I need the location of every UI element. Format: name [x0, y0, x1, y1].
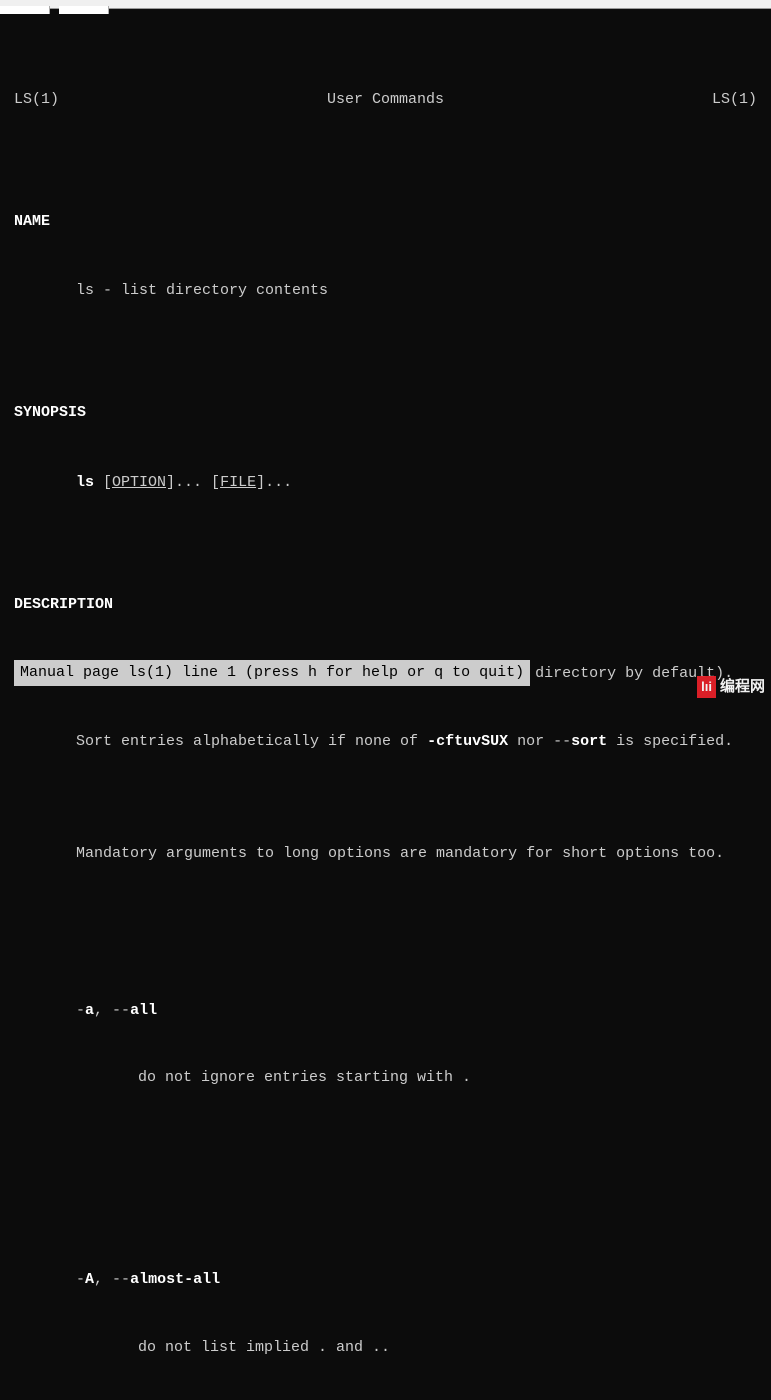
watermark-text: 编程网: [720, 676, 765, 699]
opt-A-desc: do not list implied . and ..: [14, 1337, 757, 1360]
synopsis-option: OPTION: [112, 474, 166, 491]
section-description-head: DESCRIPTION: [14, 594, 757, 617]
man-header-center: User Commands: [327, 89, 444, 112]
man-header-right: LS(1): [712, 89, 757, 112]
tab[interactable]: [0, 6, 50, 14]
synopsis-cmd: ls: [76, 474, 94, 491]
synopsis-file: FILE: [220, 474, 256, 491]
opt-a-desc: do not ignore entries starting with .: [14, 1067, 757, 1090]
watermark: lıi 编程网: [697, 676, 765, 699]
opt-A-flags: -A, --almost-all: [14, 1269, 757, 1292]
section-name-head: NAME: [14, 211, 757, 234]
tab[interactable]: [59, 6, 109, 14]
window-tab-bar: [0, 0, 771, 9]
man-header-left: LS(1): [14, 89, 59, 112]
section-name-body: ls - list directory contents: [14, 280, 757, 303]
desc-p1b: Sort entries alphabetically if none of -…: [14, 731, 757, 754]
man-status-bar: Manual page ls(1) line 1 (press h for he…: [14, 660, 530, 687]
section-synopsis-body: ls [OPTION]... [FILE]...: [14, 472, 757, 495]
section-synopsis-head: SYNOPSIS: [14, 402, 757, 425]
man-header: LS(1) User Commands LS(1): [14, 89, 757, 112]
desc-p2: Mandatory arguments to long options are …: [14, 843, 757, 866]
watermark-logo: lıi: [697, 676, 716, 698]
terminal-viewport[interactable]: LS(1) User Commands LS(1) NAME ls - list…: [0, 9, 771, 1400]
opt-a-flags: -a, --all: [14, 1000, 757, 1023]
